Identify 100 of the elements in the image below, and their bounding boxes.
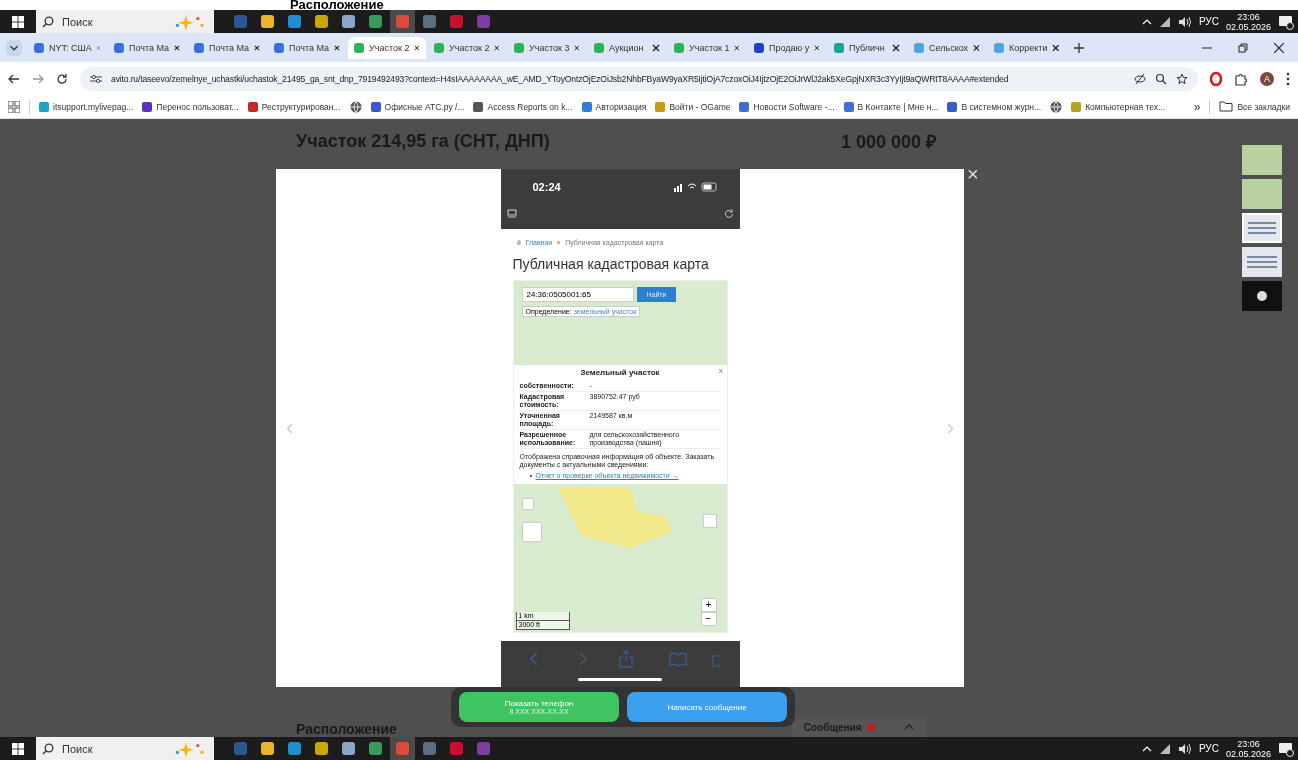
thumbnail[interactable]: [1242, 213, 1282, 243]
notification-icon[interactable]: [1278, 740, 1294, 757]
phone-time: 02:24: [532, 181, 561, 193]
page-heading: Публичная кадастровая карта: [512, 256, 710, 272]
bookmark-link[interactable]: В системном журн...: [947, 101, 1042, 112]
eye-slash-icon[interactable]: [1134, 72, 1146, 85]
taskbar-search-field[interactable]: Поиск: [60, 14, 144, 29]
close-icon[interactable]: [494, 43, 500, 52]
reload-icon[interactable]: [56, 72, 68, 85]
speaker-icon[interactable]: [1177, 15, 1192, 28]
speaker-icon[interactable]: [1177, 742, 1192, 755]
close-icon[interactable]: [254, 43, 260, 52]
cadastral-number-field[interactable]: 24:36:0505001:65: [521, 287, 634, 302]
globe-icon[interactable]: [1050, 100, 1063, 113]
site-settings-icon[interactable]: [90, 73, 102, 84]
language-indicator[interactable]: РУС: [1198, 743, 1219, 754]
profile-avatar[interactable]: A: [1260, 71, 1274, 86]
bookmark-link[interactable]: Перенос пользоват...: [142, 101, 239, 112]
apps-grid-icon[interactable]: [8, 100, 20, 113]
tab-list-chevron-icon[interactable]: [6, 39, 22, 56]
bookmark-link[interactable]: Компьютерная тех...: [1071, 101, 1166, 112]
browser-tab[interactable]: NYT: США: [28, 36, 106, 59]
close-icon[interactable]: [414, 43, 420, 52]
browser-tab[interactable]: Аукцион: [588, 36, 666, 59]
forward-arrow-icon[interactable]: [32, 73, 44, 84]
browser-tab[interactable]: Участок 2: [348, 36, 426, 59]
caret-up-icon[interactable]: [1141, 18, 1152, 25]
browser-tab[interactable]: Участок 3: [508, 36, 586, 59]
more-bookmarks-button[interactable]: »: [1193, 99, 1201, 114]
section-heading: Расположение: [290, 0, 385, 10]
clock-date: 02.05.2026: [1225, 748, 1271, 759]
popup-close-label: ×: [718, 367, 724, 375]
notification-icon[interactable]: [1278, 13, 1294, 30]
restore-icon[interactable]: [1238, 42, 1248, 53]
browser-tab[interactable]: Почта Ма: [268, 36, 346, 59]
caret-up-icon[interactable]: [1141, 745, 1152, 752]
star-icon[interactable]: [1176, 72, 1188, 85]
taskbar-search-field[interactable]: Поиск: [60, 741, 144, 756]
popup-title: Земельный участок: [579, 369, 661, 377]
globe-icon[interactable]: [349, 100, 362, 113]
bookmark-link[interactable]: Реструктурирован...: [247, 101, 341, 112]
close-icon[interactable]: [174, 43, 180, 52]
breadcrumb-separator-icon: [557, 241, 561, 244]
close-icon[interactable]: [973, 43, 980, 52]
close-button[interactable]: ×: [967, 163, 979, 186]
language-indicator[interactable]: РУС: [1198, 16, 1219, 27]
bookmark-link[interactable]: Новости Software -...: [739, 101, 835, 112]
bookmark-link[interactable]: Авторизация: [581, 101, 647, 112]
home-indicator-icon: [578, 678, 662, 681]
taskbar-search-box[interactable]: Поиск: [36, 10, 214, 33]
thumbnail[interactable]: [1242, 281, 1282, 311]
windows-start-icon[interactable]: [12, 742, 24, 755]
bookmark-link[interactable]: В Контакте | Мне н...: [843, 101, 939, 112]
browser-tab[interactable]: Почта Ма: [188, 36, 266, 59]
unread-dot-icon: [867, 723, 876, 731]
thumbnail[interactable]: [1242, 179, 1282, 209]
status-icons-drawing: [673, 182, 720, 192]
menu-icon[interactable]: [1286, 71, 1290, 86]
zoom-icon[interactable]: [1155, 72, 1167, 85]
network-icon[interactable]: [1158, 742, 1171, 755]
bookmark-link[interactable]: Войти - OGame: [655, 101, 731, 112]
browser-tab[interactable]: Продаю у: [748, 36, 826, 59]
back-arrow-icon[interactable]: [8, 73, 20, 84]
taskbar-search-box[interactable]: Поиск: [36, 737, 214, 760]
network-icon[interactable]: [1158, 15, 1171, 28]
messages-label: Сообщения: [803, 721, 862, 733]
close-icon[interactable]: [334, 43, 340, 52]
caret-up-icon: [903, 724, 914, 730]
clock-date: 02.05.2026: [1225, 21, 1271, 32]
close-icon[interactable]: [652, 43, 660, 52]
thumbnail[interactable]: [1242, 247, 1282, 277]
puzzle-icon[interactable]: [1234, 71, 1248, 86]
close-icon[interactable]: [734, 43, 740, 52]
browser-tab[interactable]: Участок 1: [668, 36, 746, 59]
close-icon[interactable]: [1052, 43, 1060, 52]
thumbnail[interactable]: [1242, 145, 1282, 175]
new-tab-icon[interactable]: [1074, 42, 1084, 53]
bookmark-link[interactable]: Офисные АТС.ру /...: [370, 101, 465, 112]
close-icon[interactable]: [814, 43, 820, 52]
address-bar[interactable]: avito.ru/taseevo/zemelnye_uchastki/uchastok_21495_ga_snt_dnp_7919492493?context=H4sIAAAAAAAA_wE_AMD_YToyOntzOjEzOiJsb2NhbFByaW9yaXR5IjtiOjA7czoxOiJ4IjtzOjE2OiJrWlJ2ak5XeGpjNXR3c3YyIjt9aQWRtT8AAAA#extended: [80, 66, 1198, 91]
opera-icon[interactable]: [1210, 71, 1222, 86]
location-pin-icon: [516, 240, 521, 245]
browser-tab[interactable]: Публичн: [828, 36, 906, 59]
bookmark-link[interactable]: itsupport.mylivepag...: [39, 101, 134, 112]
browser-tab[interactable]: Корректи: [988, 36, 1066, 59]
bookmark-link[interactable]: Access Reports on k...: [473, 101, 573, 112]
windows-start-icon[interactable]: [12, 15, 24, 28]
all-bookmarks-folder[interactable]: Все закладки: [1219, 101, 1290, 112]
clock-time: 23:06: [1237, 11, 1260, 22]
close-icon[interactable]: [574, 43, 580, 52]
close-icon[interactable]: [892, 43, 900, 52]
browser-tab[interactable]: Почта Ма: [108, 36, 186, 59]
search-icon: [42, 742, 54, 755]
browser-tab[interactable]: Сельскох: [908, 36, 986, 59]
close-icon[interactable]: [1274, 42, 1284, 53]
reload-icon: [723, 209, 734, 219]
search-icon: [42, 15, 54, 28]
folder-icon: [1219, 101, 1234, 112]
browser-tab[interactable]: Участок 2: [428, 36, 506, 59]
page-icon: [506, 209, 517, 219]
